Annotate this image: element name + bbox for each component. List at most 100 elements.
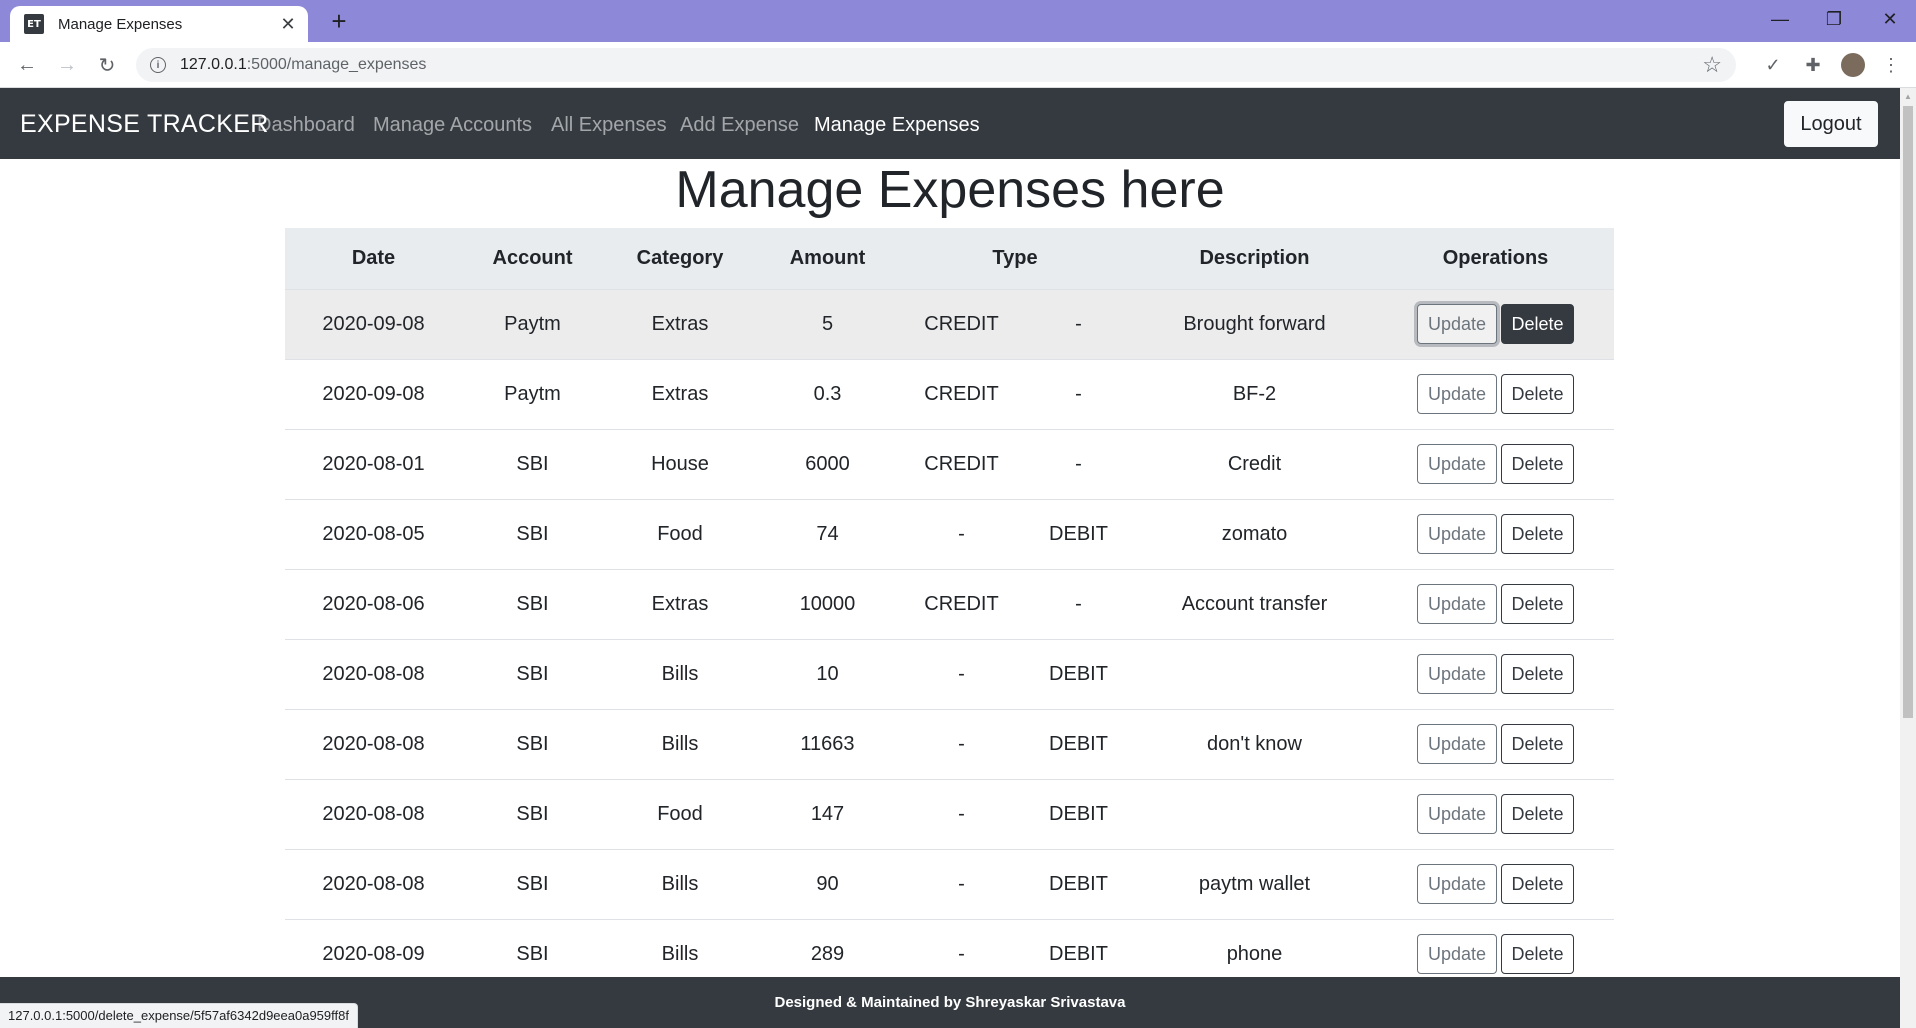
delete-button[interactable]: Delete bbox=[1501, 304, 1574, 344]
cell-description: don't know bbox=[1207, 732, 1302, 755]
browser-toolbar: ← → ↻ i 127.0.0.1:5000/manage_expenses ☆… bbox=[0, 42, 1916, 88]
cell-amount: 6000 bbox=[805, 452, 850, 475]
update-button[interactable]: Update bbox=[1417, 444, 1497, 484]
header-operations: Operations bbox=[1442, 246, 1549, 269]
header-account: Account bbox=[492, 246, 573, 269]
nav-add-expense[interactable]: Add Expense bbox=[680, 114, 799, 137]
cell-category: Bills bbox=[661, 662, 699, 685]
cell-account: SBI bbox=[516, 802, 549, 825]
cell-amount: 0.3 bbox=[813, 382, 842, 405]
cell-type-credit: CREDIT bbox=[924, 382, 999, 405]
delete-button[interactable]: Delete bbox=[1501, 654, 1574, 694]
restore-icon[interactable]: ❐ bbox=[1806, 0, 1862, 38]
delete-button[interactable]: Delete bbox=[1501, 864, 1574, 904]
update-button[interactable]: Update bbox=[1417, 374, 1497, 414]
bookmark-star-icon[interactable]: ☆ bbox=[1702, 52, 1722, 78]
header-category: Category bbox=[636, 246, 724, 269]
cell-operations: Update Delete bbox=[1377, 779, 1614, 849]
back-icon[interactable]: ← bbox=[12, 50, 42, 80]
delete-button[interactable]: Delete bbox=[1501, 584, 1574, 624]
delete-button[interactable]: Delete bbox=[1501, 724, 1574, 764]
update-button[interactable]: Update bbox=[1417, 794, 1497, 834]
update-button[interactable]: Update bbox=[1417, 514, 1497, 554]
cell-operations: Update Delete bbox=[1377, 639, 1614, 709]
address-bar[interactable]: i 127.0.0.1:5000/manage_expenses ☆ bbox=[136, 48, 1736, 82]
update-button[interactable]: Update bbox=[1417, 584, 1497, 624]
cell-amount: 90 bbox=[816, 872, 839, 895]
browser-tab[interactable]: ET Manage Expenses ✕ bbox=[10, 6, 308, 42]
profile-avatar[interactable] bbox=[1840, 52, 1866, 78]
nav-manage-accounts[interactable]: Manage Accounts bbox=[373, 114, 532, 137]
header-description: Description bbox=[1199, 246, 1310, 269]
cell-operations: Update Delete bbox=[1377, 569, 1614, 639]
update-button[interactable]: Update bbox=[1417, 654, 1497, 694]
cell-amount: 10 bbox=[816, 662, 839, 685]
cell-account: SBI bbox=[516, 732, 549, 755]
close-window-icon[interactable]: ✕ bbox=[1862, 0, 1916, 38]
cell-account: SBI bbox=[516, 872, 549, 895]
menu-kebab-icon[interactable]: ⋮ bbox=[1878, 52, 1904, 78]
cell-description: BF-2 bbox=[1232, 382, 1277, 405]
cell-amount: 11663 bbox=[800, 732, 855, 755]
reload-icon[interactable]: ↻ bbox=[92, 50, 122, 80]
expenses-table-container: Date Account Category Amount Type Descri… bbox=[285, 228, 1614, 989]
page-title: Manage Expenses here bbox=[675, 161, 1225, 219]
update-button[interactable]: Update bbox=[1417, 304, 1497, 344]
new-tab-icon[interactable]: + bbox=[324, 6, 354, 36]
check-extension-icon[interactable]: ✓ bbox=[1760, 52, 1786, 78]
delete-button[interactable]: Delete bbox=[1501, 514, 1574, 554]
cell-type-credit: - bbox=[958, 872, 965, 895]
cell-account: SBI bbox=[516, 452, 549, 475]
cell-category: House bbox=[651, 452, 709, 475]
cell-type-credit: CREDIT bbox=[924, 452, 999, 475]
update-button[interactable]: Update bbox=[1417, 934, 1497, 975]
cell-amount: 5 bbox=[821, 312, 834, 335]
cell-date: 2020-08-06 bbox=[322, 592, 425, 615]
cell-category: Bills bbox=[661, 872, 699, 895]
cell-type-credit: - bbox=[958, 802, 965, 825]
delete-button[interactable]: Delete bbox=[1501, 444, 1574, 484]
cell-date: 2020-08-05 bbox=[322, 522, 425, 545]
cell-type-debit: - bbox=[1075, 382, 1082, 405]
cell-description: Brought forward bbox=[1183, 312, 1326, 335]
favicon-icon: ET bbox=[24, 14, 44, 34]
cell-description: Account transfer bbox=[1181, 592, 1328, 615]
table-row: 2020-08-08 SBI Bills 11663 - DEBIT don't know U… bbox=[285, 709, 1614, 779]
cell-description: Credit bbox=[1227, 452, 1282, 475]
forward-icon[interactable]: → bbox=[52, 50, 82, 80]
cell-type-debit: DEBIT bbox=[1049, 732, 1108, 755]
info-icon[interactable]: i bbox=[150, 57, 166, 73]
nav-dashboard[interactable]: Dashboard bbox=[257, 114, 355, 137]
delete-button[interactable]: Delete bbox=[1501, 934, 1574, 975]
table-row: 2020-08-06 SBI Extras 10000 CREDIT - Account t… bbox=[285, 569, 1614, 639]
minimize-icon[interactable]: — bbox=[1752, 0, 1808, 38]
cell-amount: 10000 bbox=[799, 592, 856, 615]
cell-account: SBI bbox=[516, 662, 549, 685]
cell-category: Food bbox=[657, 522, 703, 545]
cell-type-debit: DEBIT bbox=[1049, 802, 1108, 825]
cell-operations: Update Delete bbox=[1377, 429, 1614, 499]
close-tab-icon[interactable]: ✕ bbox=[278, 14, 298, 35]
nav-all-expenses[interactable]: All Expenses bbox=[551, 114, 667, 137]
cell-type-credit: - bbox=[958, 522, 965, 545]
update-button[interactable]: Update bbox=[1417, 724, 1497, 764]
cell-category: Food bbox=[657, 802, 703, 825]
brand-logo[interactable]: EXPENSE TRACKER bbox=[20, 110, 269, 139]
expenses-table: Date Account Category Amount Type Descri… bbox=[285, 228, 1614, 989]
cell-operations: Update Delete bbox=[1377, 499, 1614, 569]
update-button[interactable]: Update bbox=[1417, 864, 1497, 904]
logout-button[interactable]: Logout bbox=[1784, 101, 1878, 147]
table-header-row: Date Account Category Amount Type Descri… bbox=[285, 228, 1614, 289]
table-row: 2020-09-08 Paytm Extras 5 CREDIT - Brought for… bbox=[285, 289, 1614, 359]
scroll-up-icon[interactable]: ▲ bbox=[1904, 92, 1912, 101]
cell-account: Paytm bbox=[504, 312, 561, 335]
nav-manage-expenses[interactable]: Manage Expenses bbox=[814, 114, 980, 137]
cell-operations: Update Delete bbox=[1377, 849, 1614, 919]
puzzle-extensions-icon[interactable]: ✚ bbox=[1800, 52, 1826, 78]
delete-button[interactable]: Delete bbox=[1501, 374, 1574, 414]
url-text: 127.0.0.1:5000/manage_expenses bbox=[180, 56, 427, 73]
page-scrollbar[interactable]: ▲ bbox=[1900, 88, 1916, 1028]
header-type: Type bbox=[992, 246, 1038, 269]
delete-button[interactable]: Delete bbox=[1501, 794, 1574, 834]
scrollbar-thumb[interactable] bbox=[1903, 106, 1913, 718]
